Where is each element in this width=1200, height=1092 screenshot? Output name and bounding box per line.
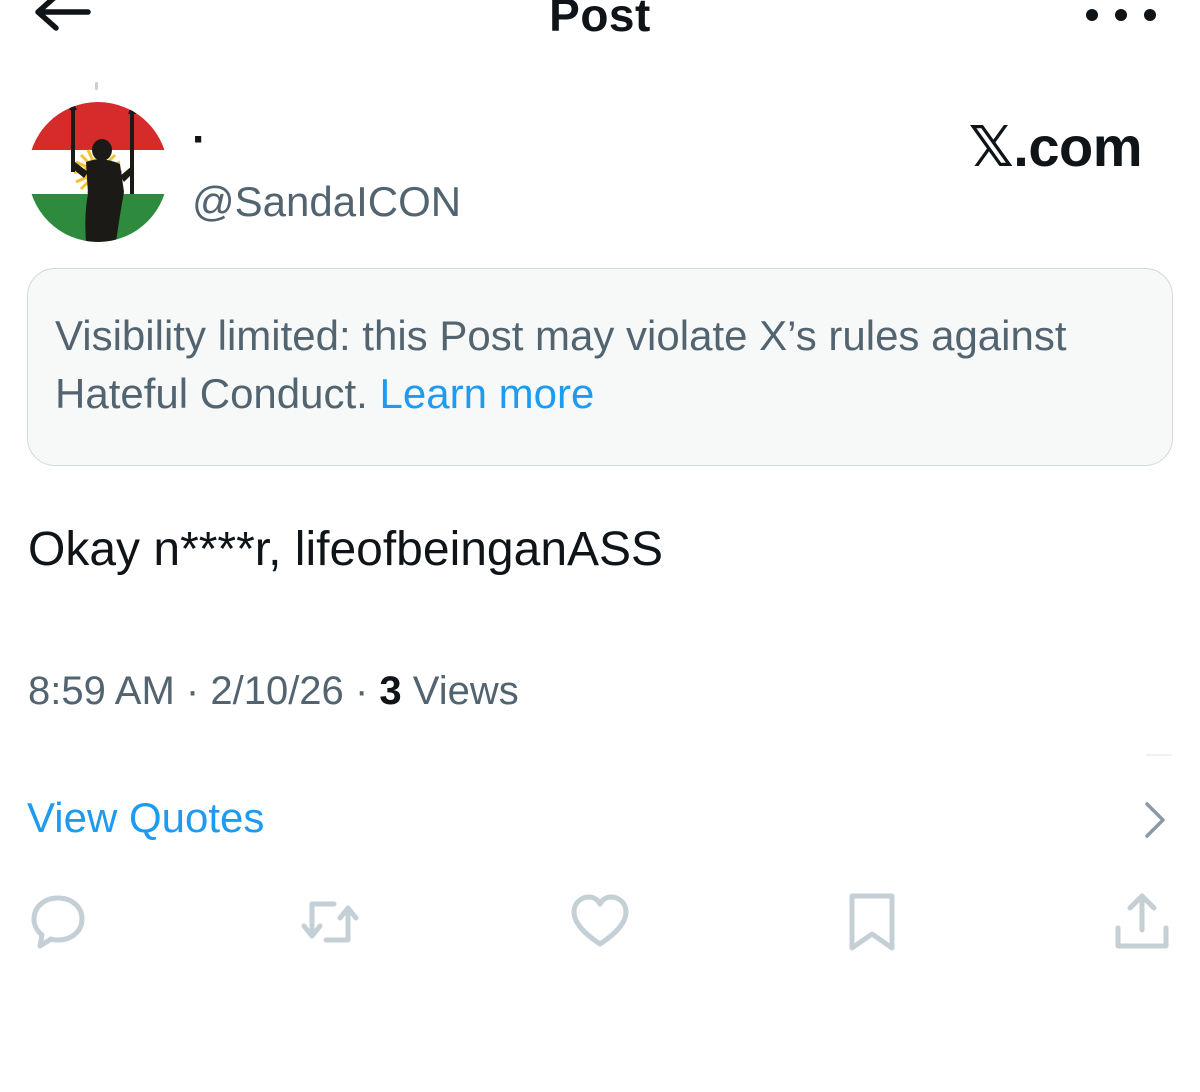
reply-button[interactable] bbox=[26, 890, 90, 954]
bookmark-button[interactable] bbox=[840, 890, 904, 954]
meta-separator: · bbox=[354, 669, 369, 713]
view-quotes-label[interactable]: View Quotes bbox=[27, 794, 264, 842]
chevron-right-icon bbox=[1145, 802, 1165, 838]
like-button[interactable] bbox=[568, 890, 632, 954]
repost-button[interactable] bbox=[298, 890, 362, 954]
post-detail-page: Post · @SandaICON 𝕏.com Visibility limit… bbox=[0, 0, 1200, 1092]
more-dot bbox=[1144, 9, 1156, 21]
post-time[interactable]: 8:59 AM bbox=[28, 669, 175, 713]
bookmark-icon bbox=[849, 893, 895, 951]
author-handle[interactable]: @SandaICON bbox=[192, 178, 461, 226]
share-button[interactable] bbox=[1110, 890, 1174, 954]
kurdistan-flag-statue-avatar bbox=[28, 102, 168, 242]
page-title: Post bbox=[549, 0, 651, 41]
meta-separator: · bbox=[185, 669, 200, 713]
more-dot bbox=[1115, 9, 1127, 21]
x-com-watermark: 𝕏.com bbox=[968, 115, 1143, 178]
learn-more-link[interactable]: Learn more bbox=[380, 370, 595, 417]
visibility-notice: Visibility limited: this Post may violat… bbox=[27, 268, 1173, 466]
author-display-name[interactable]: · bbox=[192, 118, 207, 162]
reply-icon bbox=[31, 895, 85, 949]
post-text: Okay n****r, lifeofbeinganASS bbox=[28, 523, 664, 576]
views-label: Views bbox=[412, 669, 519, 713]
post-meta: 8:59 AM · 2/10/26 · 3 Views bbox=[28, 666, 519, 716]
action-bar bbox=[0, 890, 1200, 954]
more-dot bbox=[1086, 9, 1098, 21]
notice-text: Visibility limited: this Post may violat… bbox=[55, 307, 1146, 423]
views-count: 3 bbox=[379, 669, 402, 713]
avatar-indicator bbox=[95, 82, 98, 90]
divider bbox=[1146, 754, 1172, 756]
more-options-button[interactable] bbox=[1086, 0, 1156, 30]
post-date[interactable]: 2/10/26 bbox=[210, 669, 343, 713]
repost-icon bbox=[301, 901, 359, 943]
share-icon bbox=[1115, 893, 1169, 949]
view-quotes-row[interactable]: View Quotes bbox=[27, 790, 1173, 850]
avatar[interactable] bbox=[28, 102, 168, 242]
heart-icon bbox=[571, 894, 629, 947]
